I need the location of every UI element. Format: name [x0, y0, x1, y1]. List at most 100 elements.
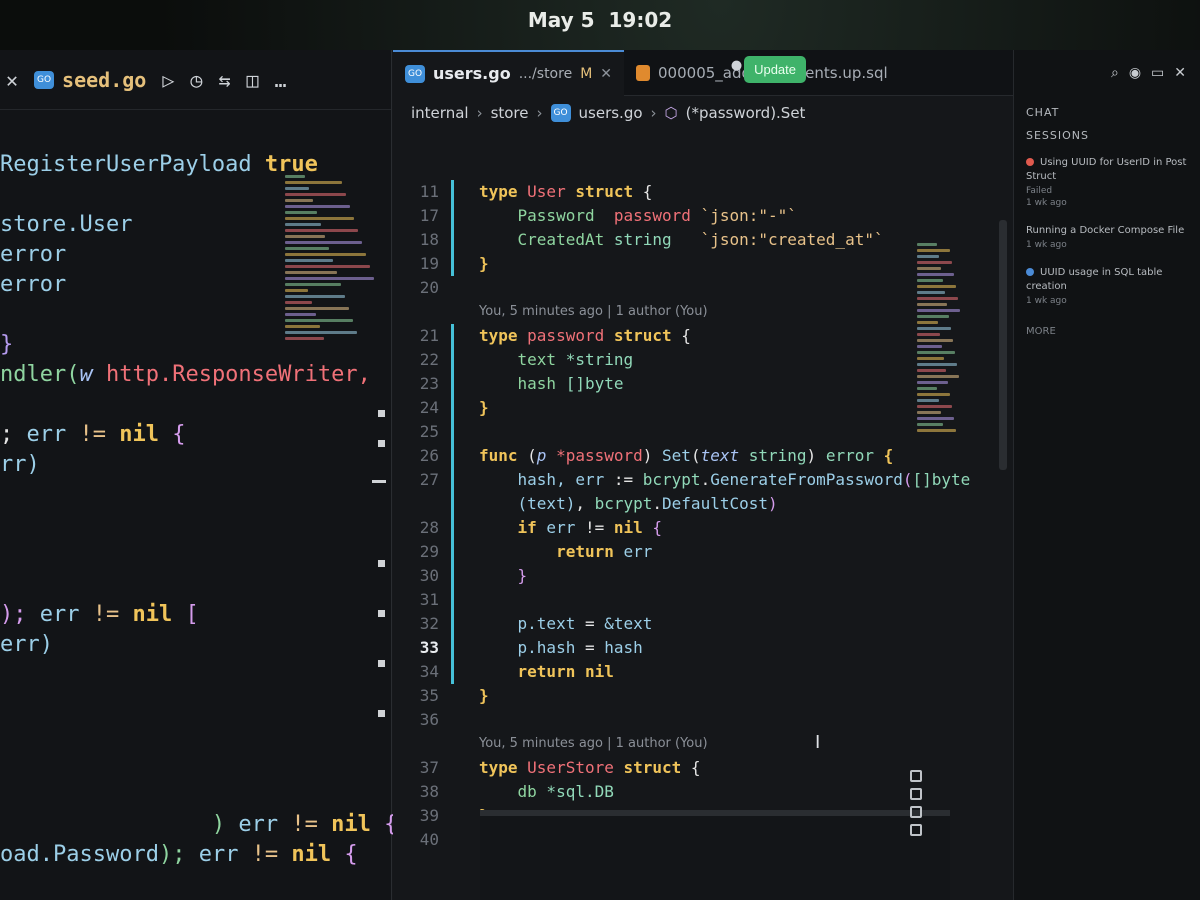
line-number[interactable]: 35: [393, 684, 451, 708]
minimap-line: [917, 345, 942, 348]
code-line[interactable]: [0, 510, 391, 540]
code-line[interactable]: ); err != nil [: [0, 600, 391, 630]
line-number[interactable]: 20: [393, 276, 451, 300]
line-number[interactable]: 34: [393, 660, 451, 684]
code-line[interactable]: 28 if err != nil {: [393, 516, 1013, 540]
code-line[interactable]: ) err != nil {: [0, 810, 397, 840]
panel-button-icon[interactable]: [910, 788, 922, 800]
line-number[interactable]: 24: [393, 396, 451, 420]
code-content: CreatedAt string `json:"created_at"`: [457, 228, 884, 252]
line-number[interactable]: 29: [393, 540, 451, 564]
line-number[interactable]: 33: [393, 636, 451, 660]
tab-label: users.go: [433, 64, 511, 83]
breadcrumb-file[interactable]: users.go: [579, 104, 643, 122]
line-number[interactable]: 31: [393, 588, 451, 612]
line-number[interactable]: 38: [393, 780, 451, 804]
line-number[interactable]: 25: [393, 420, 451, 444]
panel-button-icon[interactable]: [910, 824, 922, 836]
code-line[interactable]: [0, 720, 391, 750]
panel-button-icon[interactable]: [910, 770, 922, 782]
code-line[interactable]: [0, 780, 391, 810]
main-minimap[interactable]: [917, 240, 963, 460]
layout-icon[interactable]: ▭: [1151, 65, 1164, 81]
breadcrumb-internal[interactable]: internal: [411, 104, 469, 122]
more-icon[interactable]: …: [275, 68, 287, 92]
line-number[interactable]: 26: [393, 444, 451, 468]
line-number[interactable]: 11: [393, 180, 451, 204]
left-minimap[interactable]: [285, 172, 377, 362]
copilot-icon[interactable]: ◉: [1129, 65, 1141, 81]
session-title: Running a Docker Compose File: [1026, 225, 1185, 236]
history-icon[interactable]: ◷: [190, 68, 202, 92]
close-icon[interactable]: ✕: [600, 66, 612, 82]
minimap-line: [285, 205, 350, 208]
code-line[interactable]: 11 type User struct {: [393, 180, 1013, 204]
system-date[interactable]: May 5: [528, 8, 595, 32]
line-number[interactable]: 36: [393, 708, 451, 732]
close-icon[interactable]: ✕: [1174, 65, 1186, 81]
code-line[interactable]: 17 Password password `json:"-"`: [393, 204, 1013, 228]
more-label[interactable]: MORE: [1014, 322, 1200, 341]
code-line[interactable]: err): [0, 630, 391, 660]
code-token: *sql.DB: [536, 782, 614, 801]
code-line[interactable]: [0, 750, 391, 780]
line-number[interactable]: [393, 492, 451, 516]
code-line[interactable]: 29 return err: [393, 540, 1013, 564]
line-number[interactable]: 22: [393, 348, 451, 372]
close-icon[interactable]: ✕: [6, 68, 18, 92]
code-line[interactable]: 34 return nil: [393, 660, 1013, 684]
git-blame-annotation[interactable]: You, 5 minutes ago | 1 author (You): [393, 732, 1013, 756]
line-number[interactable]: 37: [393, 756, 451, 780]
search-icon[interactable]: ⌕: [1111, 65, 1119, 81]
code-line[interactable]: [0, 540, 391, 570]
code-line[interactable]: 33 p.hash = hash: [393, 636, 1013, 660]
scrollbar[interactable]: [999, 220, 1007, 470]
code-line[interactable]: 30 }: [393, 564, 1013, 588]
run-icon[interactable]: ▷: [162, 68, 174, 92]
line-number[interactable]: 28: [393, 516, 451, 540]
tab-seed-go[interactable]: GO seed.go: [34, 68, 146, 92]
line-number[interactable]: 27: [393, 468, 451, 492]
code-token: oad.Password: [0, 842, 159, 867]
line-number[interactable]: 23: [393, 372, 451, 396]
code-token: CreatedAt: [479, 230, 605, 249]
line-number[interactable]: 30: [393, 564, 451, 588]
line-number[interactable]: 19: [393, 252, 451, 276]
code-line[interactable]: [0, 390, 391, 420]
code-line[interactable]: [0, 480, 391, 510]
code-line[interactable]: 36: [393, 708, 1013, 732]
code-line[interactable]: oad.Password); err != nil {: [0, 840, 391, 870]
split-icon[interactable]: ◫: [246, 68, 258, 92]
code-line[interactable]: 27 hash, err := bcrypt.GenerateFromPassw…: [393, 468, 1013, 492]
code-line[interactable]: [0, 570, 391, 600]
code-token: if: [479, 518, 537, 537]
breadcrumb-store[interactable]: store: [491, 104, 529, 122]
code-line[interactable]: 32 p.text = &text: [393, 612, 1013, 636]
breadcrumb-symbol[interactable]: (*password).Set: [686, 104, 806, 122]
update-button[interactable]: Update: [744, 56, 806, 83]
line-number[interactable]: 39: [393, 804, 451, 828]
code-line[interactable]: 35}: [393, 684, 1013, 708]
compare-icon[interactable]: ⇆: [218, 68, 230, 92]
code-content: [457, 708, 479, 732]
line-number[interactable]: 18: [393, 228, 451, 252]
chat-session-item[interactable]: Using UUID for UserID in Post Struct Fail…: [1026, 156, 1188, 208]
system-time[interactable]: 19:02: [609, 8, 673, 32]
line-number[interactable]: 40: [393, 828, 451, 852]
code-line[interactable]: rr): [0, 450, 391, 480]
code-line[interactable]: ndler(w http.ResponseWriter,: [0, 360, 391, 390]
code-token: {: [873, 446, 894, 465]
code-line[interactable]: [0, 660, 391, 690]
code-line[interactable]: [0, 690, 391, 720]
chat-session-item[interactable]: UUID usage in SQL table creation 1 wk ago: [1026, 266, 1188, 306]
code-line[interactable]: (text), bcrypt.DefaultCost): [393, 492, 1013, 516]
panel-button-icon[interactable]: [910, 806, 922, 818]
tab-users-go[interactable]: GO users.go .../store M ✕: [393, 50, 625, 96]
line-number[interactable]: 17: [393, 204, 451, 228]
chat-session-item[interactable]: Running a Docker Compose File 1 wk ago: [1026, 224, 1188, 250]
code-line[interactable]: ; err != nil {: [0, 420, 391, 450]
line-number[interactable]: 21: [393, 324, 451, 348]
line-number[interactable]: 32: [393, 612, 451, 636]
code-line[interactable]: 31: [393, 588, 1013, 612]
code-token: nil: [331, 812, 371, 837]
